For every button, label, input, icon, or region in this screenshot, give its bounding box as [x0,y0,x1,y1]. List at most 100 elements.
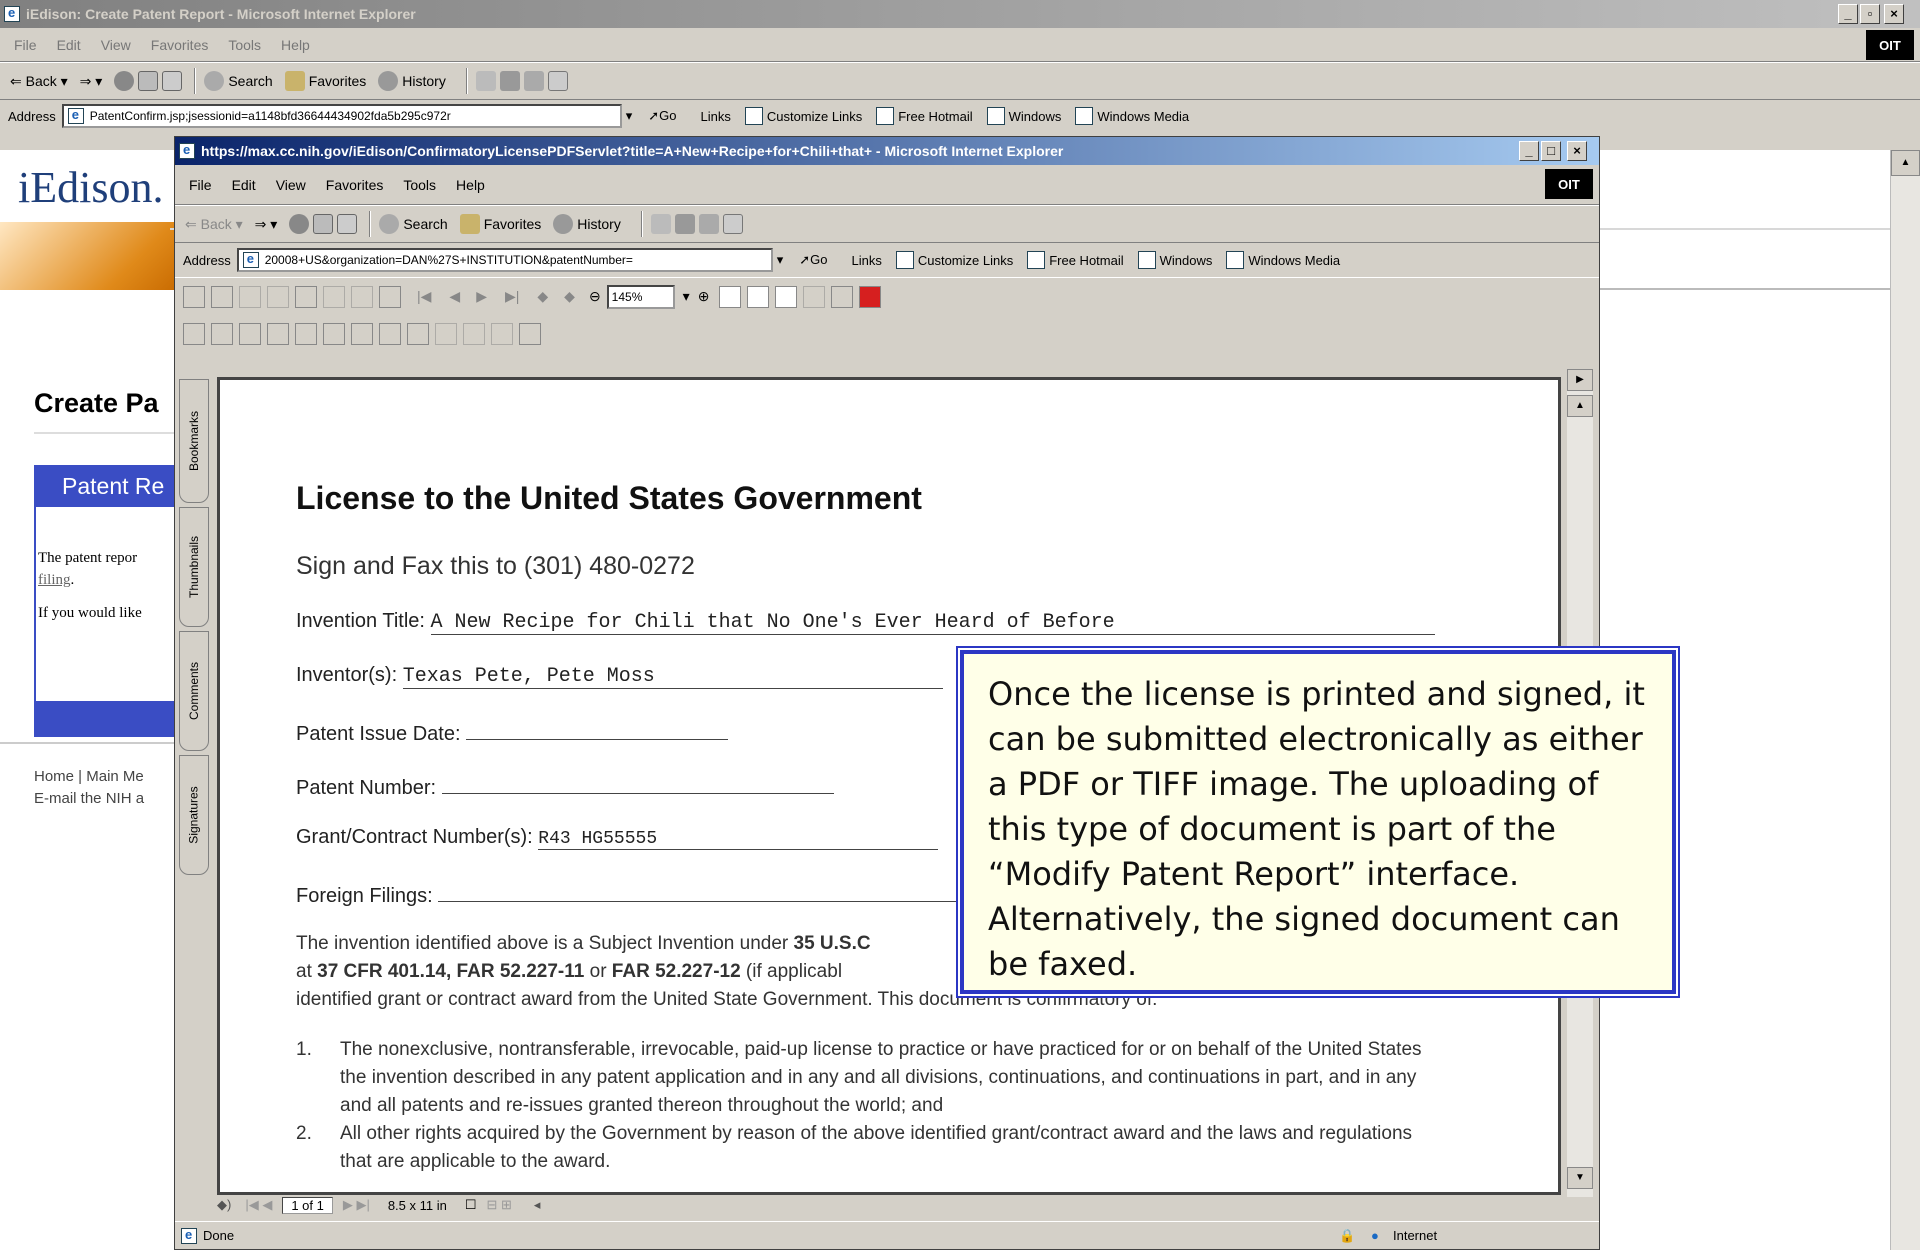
link-windows-media[interactable]: Windows Media [1226,251,1340,269]
forward-button[interactable]: ⇒ ▾ [255,216,278,233]
discuss-icon[interactable] [547,71,568,91]
mail-icon[interactable] [475,71,496,91]
pdf-address-input[interactable]: 20008+US&organization=DAN%27S+INSTITUTIO… [236,248,773,272]
favorites-button[interactable]: Favorites [459,214,541,234]
stop-icon[interactable] [114,71,135,91]
menu-edit[interactable]: Edit [232,177,256,193]
menu-edit[interactable]: Edit [57,37,81,53]
go-button[interactable]: ➚Go [648,108,676,124]
mail-icon[interactable] [650,214,671,234]
scroll-down-arrow-icon[interactable]: ▼ [1567,1167,1593,1189]
highlight-tool-icon[interactable] [351,323,373,345]
pdf-maximize-button[interactable]: □ [1541,141,1561,161]
edit-icon[interactable] [523,71,544,91]
previous-view-icon[interactable]: ◆ [537,288,548,305]
adobe-icon[interactable] [859,285,882,308]
stop-icon[interactable] [289,214,310,234]
page-indicator[interactable]: 1 of 1 [282,1196,333,1214]
outer-minimize-button[interactable]: _ [1838,4,1858,24]
fit-width-icon[interactable] [775,285,798,308]
zoom-out-icon[interactable]: ⊖ [589,288,601,305]
prev-page-icon[interactable]: ◀ [449,288,460,305]
link-customize[interactable]: Customize Links [745,107,862,125]
scroll-up-arrow-icon[interactable]: ▲ [1891,150,1920,176]
menu-tools[interactable]: Tools [228,37,261,53]
rotate-icon[interactable] [831,285,854,308]
tab-thumbnails[interactable]: Thumbnails [179,507,209,627]
hand-tool-icon[interactable] [183,323,205,345]
address-dropdown-icon[interactable]: ▾ [626,108,633,124]
edit-icon[interactable] [698,214,719,234]
fit-visible-icon[interactable] [803,285,826,308]
print-icon[interactable] [499,71,520,91]
menu-tools[interactable]: Tools [403,177,436,193]
zoom-input[interactable]: 145% [606,284,675,309]
back-button[interactable]: ⇐ Back ▾ [10,73,68,90]
menu-view[interactable]: View [101,37,131,53]
last-page-icon[interactable]: ▶| [505,288,519,305]
menu-file[interactable]: File [14,37,37,53]
pdf-close-button[interactable]: × [1567,141,1587,161]
sign-tool-icon[interactable] [407,323,429,345]
tab-bookmarks[interactable]: Bookmarks [179,379,209,503]
zoom-in-icon[interactable]: ⊕ [698,288,710,305]
menu-view[interactable]: View [276,177,306,193]
outer-scrollbar[interactable]: ▲ [1890,150,1920,1250]
scroll-up-arrow-icon[interactable]: ▲ [1567,395,1593,417]
nav-arrow-icon[interactable]: ◆) [217,1197,231,1213]
last-page-icon[interactable]: ▶ ▶| [343,1197,370,1213]
menu-favorites[interactable]: Favorites [151,37,209,53]
copy-icon[interactable] [239,285,261,308]
outer-close-button[interactable]: × [1884,4,1904,24]
next-view-icon[interactable]: ◆ [564,288,575,305]
pdf-minimize-button[interactable]: _ [1519,141,1539,161]
link-hotmail[interactable]: Free Hotmail [876,107,972,125]
go-button[interactable]: ➚Go [799,252,827,268]
continuous-icon[interactable]: ⊟ ⊞ [487,1197,512,1213]
search-button[interactable]: Search [379,214,448,234]
outer-address-input[interactable]: PatentConfirm.jsp;jsessionid=a1148bfd366… [61,104,622,128]
menu-file[interactable]: File [189,177,212,193]
fit-page-icon[interactable] [747,285,770,308]
refresh-icon[interactable] [138,71,159,91]
tab-signatures[interactable]: Signatures [179,755,209,875]
show-hide-icon[interactable] [379,285,401,308]
note-tool-icon[interactable] [295,323,317,345]
save-icon[interactable] [183,285,205,308]
history-button[interactable]: History [378,71,446,91]
menu-help[interactable]: Help [456,177,485,193]
single-page-icon[interactable]: ☐ [465,1197,477,1213]
actual-size-icon[interactable] [719,285,742,308]
graphics-select-icon[interactable] [267,323,289,345]
pencil-tool-icon[interactable] [323,323,345,345]
home-icon[interactable] [162,71,183,91]
form-tool-icon[interactable] [435,323,457,345]
back-button[interactable]: ⇐ Back ▾ [185,216,243,233]
text-select-icon[interactable] [239,323,261,345]
print-icon[interactable] [674,214,695,234]
next-page-icon[interactable]: ▶ [476,288,487,305]
address-dropdown-icon[interactable]: ▾ [777,252,784,268]
menu-help[interactable]: Help [281,37,310,53]
zoom-dropdown-icon[interactable]: ▾ [683,288,690,305]
page-layout-icon[interactable] [351,285,373,308]
menu-favorites[interactable]: Favorites [326,177,384,193]
link-windows[interactable]: Windows [987,107,1062,125]
find-icon[interactable] [295,285,317,308]
undo-icon[interactable] [267,285,289,308]
stamp-tool-icon[interactable] [379,323,401,345]
print-icon[interactable] [211,285,233,308]
search-button[interactable]: Search [204,71,273,91]
outer-restore-button[interactable]: ▫ [1860,4,1880,24]
forward-button[interactable]: ⇒ ▾ [80,73,103,90]
link-windows[interactable]: Windows [1138,251,1213,269]
link-customize[interactable]: Customize Links [896,251,1013,269]
favorites-button[interactable]: Favorites [284,71,366,91]
link-windows-media[interactable]: Windows Media [1075,107,1189,125]
article-tool-icon[interactable] [519,323,541,345]
link-tool-icon[interactable] [463,323,485,345]
scroll-menu-arrow-icon[interactable]: ▶ [1567,369,1593,391]
refresh-icon[interactable] [313,214,334,234]
history-button[interactable]: History [553,214,621,234]
zoom-tool-icon[interactable] [211,323,233,345]
